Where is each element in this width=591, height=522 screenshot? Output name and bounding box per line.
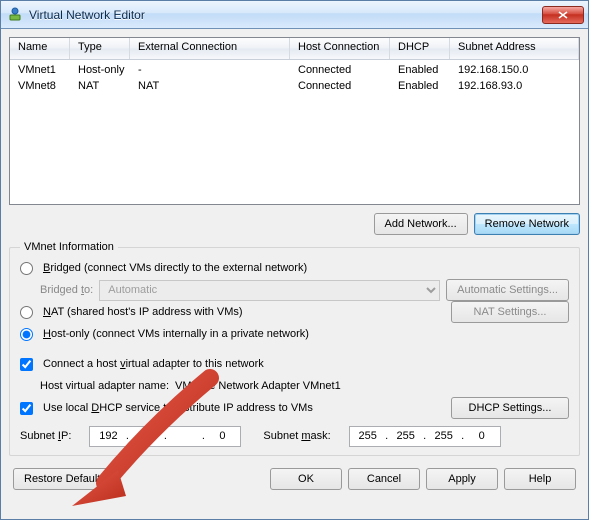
vmnet-info-group: VMnet Information Bridged (connect VMs d… xyxy=(9,241,580,456)
radio-bridged[interactable] xyxy=(20,262,33,275)
remove-network-button[interactable]: Remove Network xyxy=(474,213,580,235)
nat-settings-button: NAT Settings... xyxy=(451,301,569,323)
radio-nat[interactable] xyxy=(20,306,33,319)
check-virtual-adapter[interactable] xyxy=(20,358,33,371)
dhcp-settings-button[interactable]: DHCP Settings... xyxy=(451,397,569,419)
subnet-ip-input[interactable]: 192. 168. . 0 xyxy=(89,426,241,447)
label-virtual-adapter: Connect a host virtual adapter to this n… xyxy=(43,358,264,370)
cancel-button[interactable]: Cancel xyxy=(348,468,420,490)
apply-button[interactable]: Apply xyxy=(426,468,498,490)
label-dhcp: Use local DHCP service to distribute IP … xyxy=(43,402,313,414)
col-host[interactable]: Host Connection xyxy=(290,38,390,59)
automatic-settings-button: Automatic Settings... xyxy=(446,279,569,301)
col-name[interactable]: Name xyxy=(10,38,70,59)
check-dhcp[interactable] xyxy=(20,402,33,415)
label-hostonly: Host-only (connect VMs internally in a p… xyxy=(43,328,309,340)
app-icon xyxy=(7,7,23,23)
virtual-adapter-name-value: VMware Network Adapter VMnet1 xyxy=(175,380,341,392)
table-row[interactable]: VMnet1 Host-only - Connected Enabled 192… xyxy=(10,62,579,78)
label-subnet-ip: Subnet IP: xyxy=(20,430,71,442)
help-button[interactable]: Help xyxy=(504,468,576,490)
label-nat: NAT (shared host's IP address with VMs) xyxy=(43,306,243,318)
virtual-adapter-name-label: Host virtual adapter name: xyxy=(40,380,169,392)
label-subnet-mask: Subnet mask: xyxy=(263,430,330,442)
group-legend: VMnet Information xyxy=(20,241,118,253)
add-network-button[interactable]: Add Network... xyxy=(374,213,468,235)
col-type[interactable]: Type xyxy=(70,38,130,59)
subnet-mask-input[interactable]: 255. 255. 255. 0 xyxy=(349,426,501,447)
window-title: Virtual Network Editor xyxy=(29,8,145,22)
table-header: Name Type External Connection Host Conne… xyxy=(10,38,579,60)
label-bridged: Bridged (connect VMs directly to the ext… xyxy=(43,262,307,274)
col-dhcp[interactable]: DHCP xyxy=(390,38,450,59)
radio-hostonly[interactable] xyxy=(20,328,33,341)
bridged-to-select: Automatic xyxy=(99,280,440,301)
restore-default-button[interactable]: Restore Default xyxy=(13,468,111,490)
titlebar: Virtual Network Editor xyxy=(1,1,588,29)
col-sub[interactable]: Subnet Address xyxy=(450,38,579,59)
col-ext[interactable]: External Connection xyxy=(130,38,290,59)
network-table[interactable]: Name Type External Connection Host Conne… xyxy=(9,37,580,205)
label-bridged-to: Bridged to: xyxy=(40,284,93,296)
ok-button[interactable]: OK xyxy=(270,468,342,490)
table-row[interactable]: VMnet8 NAT NAT Connected Enabled 192.168… xyxy=(10,78,579,94)
close-button[interactable] xyxy=(542,6,584,24)
